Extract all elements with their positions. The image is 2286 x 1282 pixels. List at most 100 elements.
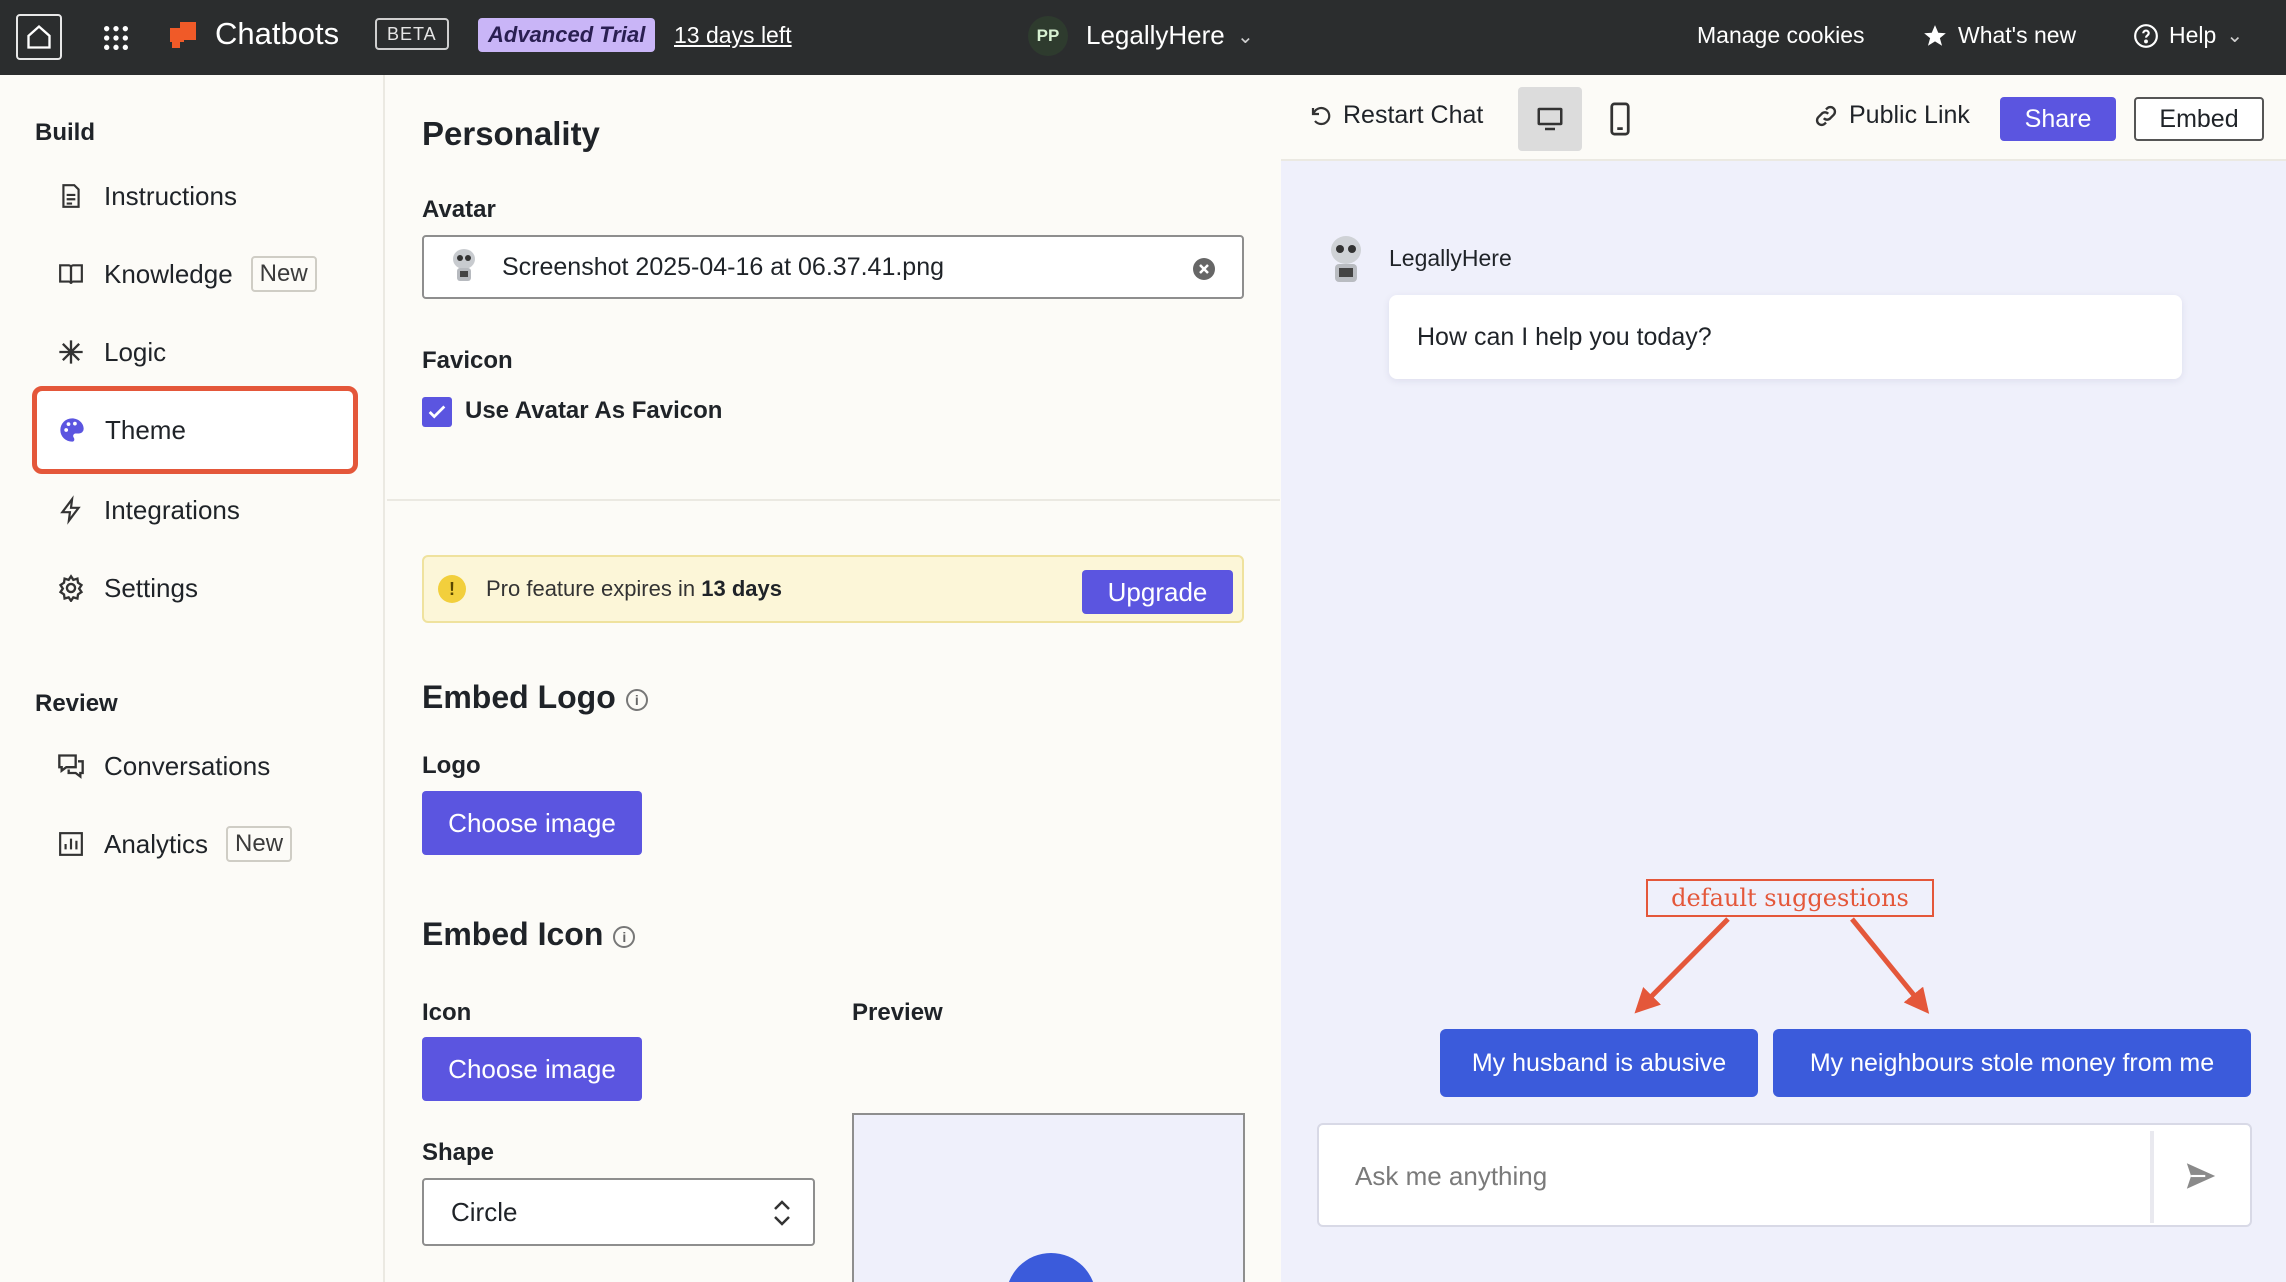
mobile-view-button[interactable] [1588,87,1652,151]
icon-label: Icon [422,999,472,1026]
document-icon [56,181,86,211]
info-icon[interactable]: i [625,688,648,711]
pro-feature-text: Pro feature expires in 13 days [486,576,782,601]
restart-chat-label: Restart Chat [1343,101,1484,129]
app-name: Chatbots [215,16,340,51]
avatar-label: Avatar [422,196,496,223]
new-badge: New [250,256,317,292]
sidebar-item-label: Instructions [104,180,237,211]
trial-badge: Advanced Trial [478,18,656,52]
left-sidebar: Build Instructions Knowledge New Logic T… [0,75,385,1282]
chat-input[interactable]: Ask me anything [1317,1123,2252,1227]
default-suggestions-annotation: default suggestions [1646,879,1934,917]
choose-icon-image-button[interactable]: Choose image [422,1037,642,1101]
sidebar-item-integrations[interactable]: Integrations [36,473,354,547]
personality-title: Personality [422,115,600,152]
manage-cookies-link[interactable]: Manage cookies [1697,22,1865,49]
book-icon [56,259,86,289]
chatbots-logo-icon [168,20,198,50]
help-circle-icon [2134,23,2158,48]
help-label: Help [2169,22,2217,48]
chat-bubbles-icon [56,751,86,781]
gear-icon [56,573,86,603]
apps-grid-button[interactable] [100,22,132,54]
choose-logo-image-button[interactable]: Choose image [422,791,642,855]
public-link-label: Public Link [1849,101,1970,129]
home-button[interactable] [16,14,62,60]
workspace-avatar[interactable]: PP [1028,16,1068,56]
star-icon [1924,24,1946,46]
up-down-chevron-icon [771,1197,793,1236]
restart-chat-button[interactable]: Restart Chat [1309,101,1483,130]
theme-settings-panel: Personality Avatar Screenshot 2025-04-16… [387,75,1280,1282]
favicon-label: Favicon [422,347,513,374]
sidebar-item-knowledge[interactable]: Knowledge New [36,237,354,311]
grid-icon [104,26,128,50]
sidebar-item-logic[interactable]: Logic [36,315,354,389]
logo-label: Logo [422,752,481,779]
bar-chart-icon [56,829,86,859]
chevron-down-icon[interactable]: ⌄ [1237,24,1254,49]
desktop-icon [1537,107,1563,131]
chevron-down-icon: ⌄ [2226,25,2244,47]
lightning-icon [56,495,86,525]
suggestion-chip[interactable]: My neighbours stole money from me [1773,1029,2251,1097]
shape-select[interactable]: Circle [422,1178,815,1246]
sidebar-item-label: Knowledge [104,258,233,289]
checkmark-icon [428,405,446,419]
sidebar-item-instructions[interactable]: Instructions [36,159,354,233]
link-icon [1815,105,1837,126]
use-avatar-favicon-checkbox[interactable] [422,397,452,427]
sidebar-item-label: Logic [104,336,167,367]
embed-button[interactable]: Embed [2134,97,2264,141]
avatar-file-field[interactable]: Screenshot 2025-04-16 at 06.37.41.png [422,235,1244,299]
embed-logo-title: Embed Logo i [422,679,648,716]
shape-select-value: Circle [451,1196,518,1227]
preview-toolbar: Restart Chat Public Link Share Embed [1281,75,2286,161]
chat-input-placeholder: Ask me anything [1355,1161,1548,1191]
days-left-link[interactable]: 13 days left [674,22,792,49]
embed-icon-preview [852,1113,1245,1282]
share-button[interactable]: Share [2000,97,2116,141]
bot-greeting-message: How can I help you today? [1389,295,2182,379]
sidebar-item-label: Settings [104,572,198,603]
whats-new-label: What's new [1958,22,2077,48]
shape-label: Shape [422,1139,495,1166]
sidebar-item-label: Integrations [104,494,240,525]
robot-avatar-icon [453,249,475,281]
manage-cookies-label: Manage cookies [1697,22,1865,48]
new-badge: New [226,826,293,862]
bot-avatar [1331,236,1361,282]
info-icon[interactable]: i [613,925,636,948]
chat-launcher-preview-icon [1006,1253,1096,1282]
sidebar-item-settings[interactable]: Settings [36,551,354,625]
upgrade-button[interactable]: Upgrade [1082,570,1233,614]
sidebar-item-analytics[interactable]: Analytics New [36,807,354,881]
build-heading: Build [35,119,95,146]
arrow-left [1634,917,1730,1014]
arrow-right [1850,917,1930,1014]
use-avatar-favicon-label[interactable]: Use Avatar As Favicon [465,397,722,425]
send-icon[interactable] [2184,1159,2218,1198]
preview-label: Preview [852,999,943,1026]
suggestion-chip[interactable]: My husband is abusive [1440,1029,1758,1097]
send-separator [2150,1131,2154,1223]
top-bar: Chatbots BETA Advanced Trial 13 days lef… [0,0,2286,75]
asterisk-icon [56,337,86,367]
warning-icon: ! [438,575,466,603]
restart-icon [1311,106,1331,125]
bot-name: LegallyHere [1389,245,1512,271]
sidebar-item-theme[interactable]: Theme [32,386,358,474]
workspace-switcher[interactable]: LegallyHere [1086,20,1225,51]
beta-badge: BETA [375,18,449,50]
desktop-view-button[interactable] [1518,87,1582,151]
whats-new-link[interactable]: What's new [1922,22,2076,49]
sidebar-item-label: Analytics [104,828,209,859]
mobile-icon [1610,102,1630,136]
public-link-button[interactable]: Public Link [1813,101,1970,130]
avatar-file-name: Screenshot 2025-04-16 at 06.37.41.png [502,252,945,281]
help-menu[interactable]: Help ⌄ [2133,22,2243,49]
sidebar-item-conversations[interactable]: Conversations [36,729,354,803]
review-heading: Review [35,690,118,717]
clear-file-icon[interactable] [1192,257,1216,286]
